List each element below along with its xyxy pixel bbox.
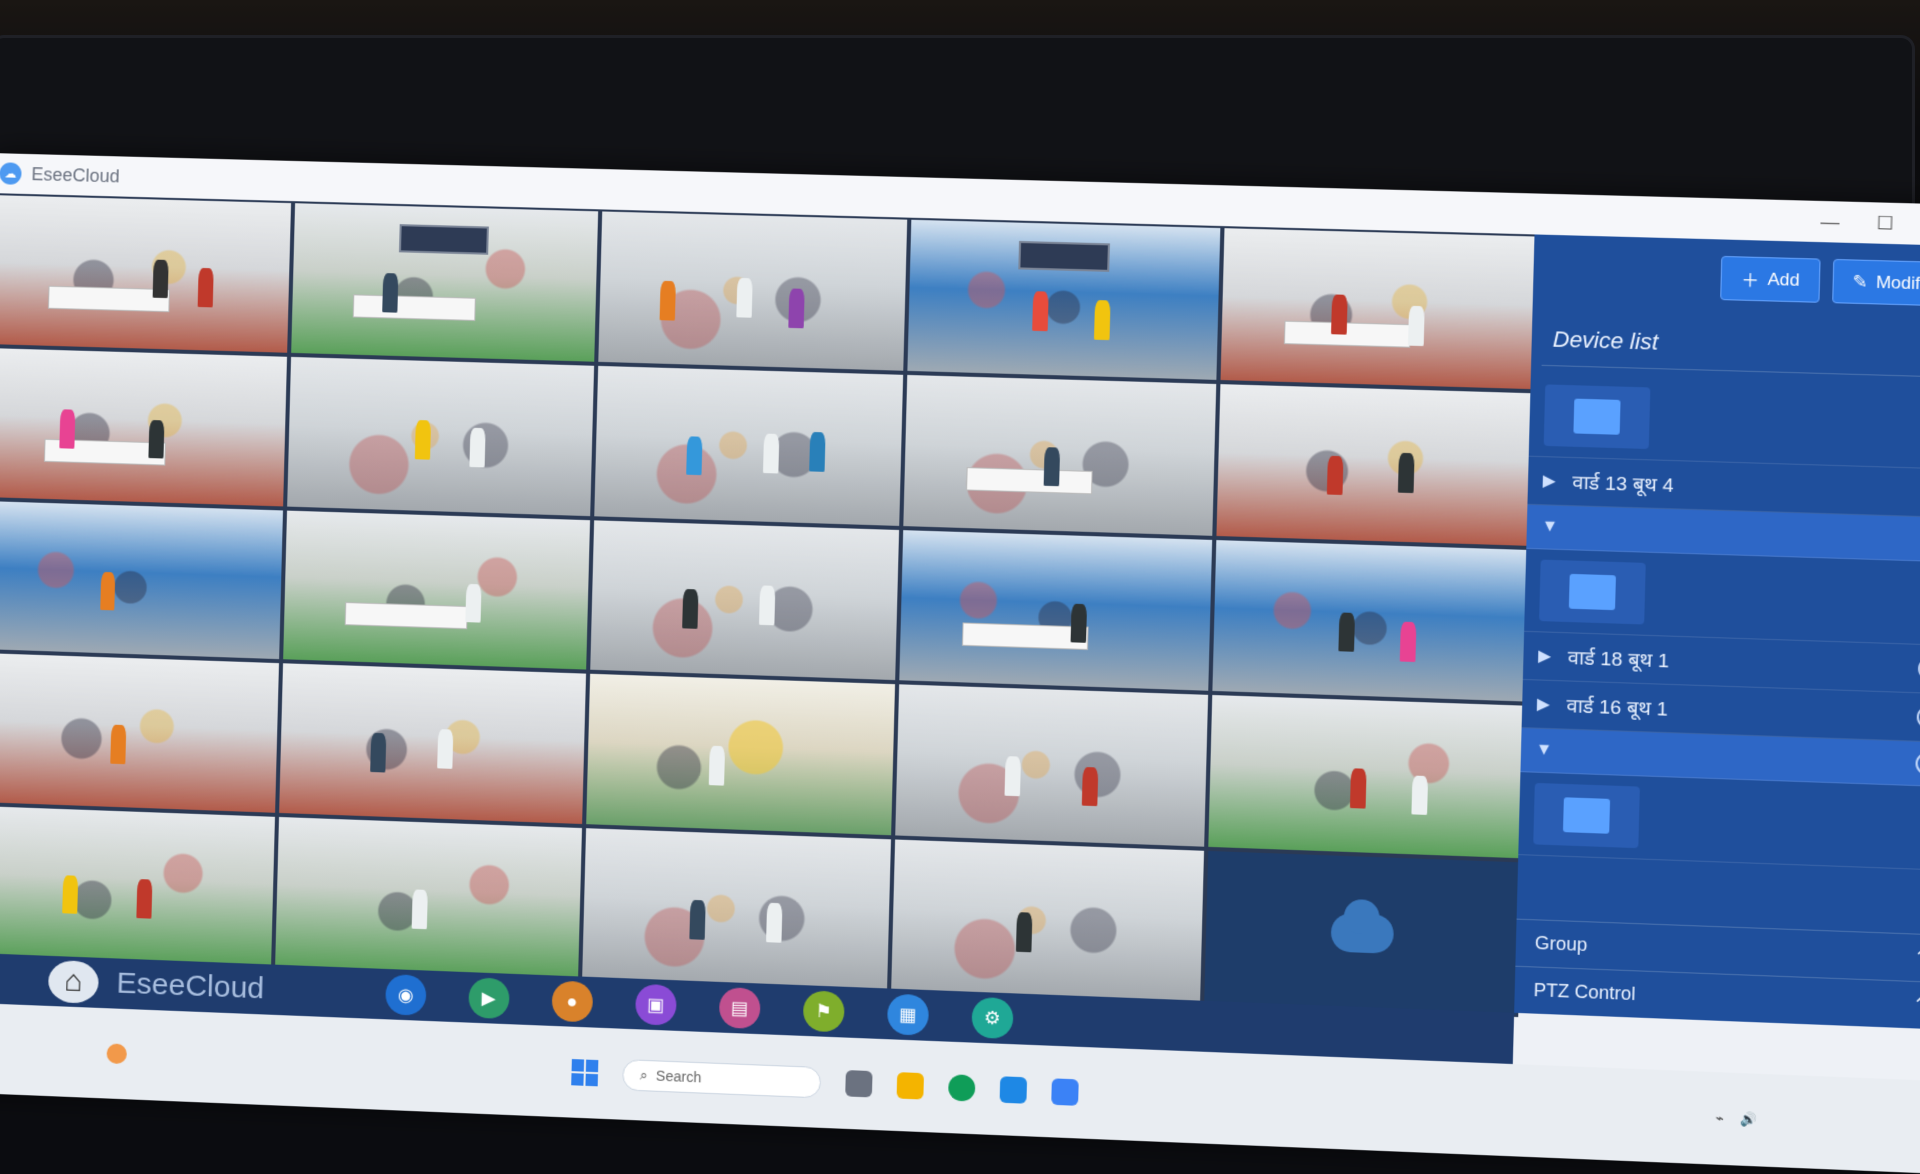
- modify-button[interactable]: ✎ Modify: [1832, 259, 1920, 306]
- camera-feed[interactable]: [0, 501, 283, 660]
- chevron-up-icon: ⌃: [1912, 994, 1920, 1016]
- camera-feed[interactable]: [892, 840, 1205, 1003]
- expand-icon: ▶: [1542, 470, 1555, 491]
- chevron-up-icon: ⌃: [1913, 947, 1920, 969]
- device-list-header[interactable]: Device list ⌄: [1542, 314, 1920, 378]
- device-name: वार्ड 18 बूथ 1: [1568, 644, 1908, 682]
- play-icon[interactable]: [1915, 752, 1920, 775]
- device-list-label: Device list: [1552, 326, 1658, 356]
- device-thumbnail[interactable]: [1524, 549, 1920, 646]
- camera-feed[interactable]: [582, 828, 892, 990]
- camera-feed[interactable]: [590, 520, 900, 681]
- brand-name: EseeCloud: [116, 967, 265, 1007]
- close-button[interactable]: ✕: [1912, 203, 1920, 246]
- add-button[interactable]: ＋ Add: [1721, 256, 1821, 303]
- panel-toolbar: ＋ Add ✎ Modify: [1533, 234, 1920, 317]
- camera-feed[interactable]: [594, 366, 904, 526]
- plus-icon: ＋: [1741, 266, 1760, 292]
- live-view-icon[interactable]: ◉: [385, 974, 427, 1016]
- group-label: Group: [1535, 933, 1588, 957]
- device-name: वार्ड 13 बूथ 4: [1572, 468, 1912, 505]
- device-thumbnail[interactable]: [1518, 772, 1920, 871]
- sun-icon: [106, 1043, 127, 1064]
- camera-feed[interactable]: [1208, 695, 1524, 858]
- screen: ☁ EseeCloud — ☐ ✕: [0, 153, 1920, 1174]
- monitor: ☁ EseeCloud — ☐ ✕: [0, 35, 1915, 1095]
- empty-camera-slot[interactable]: [1204, 851, 1520, 1015]
- camera-feed[interactable]: [900, 530, 1213, 691]
- window-controls: — ☐ ✕: [1802, 200, 1920, 246]
- taskbar-center: ⌕ Search: [571, 1056, 1079, 1108]
- edge-browser-icon[interactable]: [948, 1074, 975, 1101]
- camera-feed[interactable]: [275, 817, 582, 978]
- ptz-label: PTZ Control: [1533, 980, 1636, 1005]
- system-tray: ⌁ 🔊: [1715, 1110, 1775, 1129]
- record-icon[interactable]: ●: [551, 980, 593, 1022]
- collapse-icon: ▼: [1541, 518, 1558, 537]
- camera-feed[interactable]: [0, 806, 275, 966]
- camera-feed[interactable]: [586, 674, 896, 835]
- minimize-button[interactable]: —: [1802, 200, 1858, 243]
- taskbar-search[interactable]: ⌕ Search: [622, 1059, 821, 1098]
- camera-feed[interactable]: [0, 195, 291, 353]
- camera-feed[interactable]: [0, 653, 279, 813]
- image-icon[interactable]: ▤: [719, 987, 761, 1029]
- volume-icon[interactable]: 🔊: [1741, 1111, 1759, 1128]
- windows-start-icon[interactable]: [571, 1059, 598, 1086]
- expand-icon: ▶: [1537, 694, 1550, 715]
- camera-grid: [0, 193, 1539, 1017]
- edit-icon: ✎: [1852, 271, 1868, 292]
- alarm-icon[interactable]: ⚑: [802, 990, 844, 1032]
- camera-feed[interactable]: [291, 203, 598, 361]
- camera-feed[interactable]: [904, 375, 1217, 536]
- search-icon: ⌕: [640, 1066, 648, 1084]
- camera-feed[interactable]: [896, 685, 1209, 847]
- camera-feed[interactable]: [1217, 384, 1533, 546]
- camera-feed[interactable]: [598, 211, 908, 370]
- layout-icon[interactable]: ▦: [887, 994, 929, 1036]
- camera-feed[interactable]: [279, 664, 586, 825]
- play-icon[interactable]: [1916, 706, 1920, 729]
- add-label: Add: [1767, 269, 1800, 290]
- brand: ⌂ EseeCloud: [48, 960, 265, 1011]
- camera-feed[interactable]: [287, 357, 594, 516]
- store-icon[interactable]: [1000, 1076, 1028, 1104]
- settings-icon[interactable]: ⚙: [971, 997, 1013, 1039]
- file-explorer-icon[interactable]: [897, 1072, 924, 1099]
- device-name: वार्ड 16 बूथ 1: [1566, 692, 1906, 730]
- task-view-icon[interactable]: [845, 1070, 872, 1097]
- device-panel: ＋ Add ✎ Modify Device list ⌄ ▶ वार्ड 13 बू…: [1514, 234, 1920, 1029]
- modify-label: Modify: [1876, 272, 1920, 294]
- collapse-icon: ▼: [1535, 741, 1552, 760]
- expand-icon: ▶: [1538, 646, 1551, 667]
- camera-feed[interactable]: [908, 220, 1221, 380]
- home-icon[interactable]: ⌂: [48, 960, 99, 1004]
- panel-bottom: Group ⌃ PTZ Control ⌃: [1514, 919, 1920, 1030]
- device-thumbnail[interactable]: [1529, 374, 1920, 470]
- weather-widget[interactable]: [106, 1043, 127, 1064]
- playback-icon[interactable]: ▶: [468, 977, 510, 1019]
- camera-feed[interactable]: [283, 510, 590, 670]
- network-icon[interactable]: ⌁: [1715, 1110, 1724, 1127]
- device-icon[interactable]: ▣: [635, 984, 677, 1026]
- search-placeholder: Search: [656, 1067, 702, 1085]
- camera-feed[interactable]: [1221, 228, 1537, 389]
- app-logo-icon: ☁: [0, 162, 22, 185]
- eseecloud-taskbar-icon[interactable]: [1051, 1078, 1079, 1106]
- camera-feed[interactable]: [1213, 540, 1529, 702]
- camera-feed[interactable]: [0, 348, 287, 506]
- maximize-button[interactable]: ☐: [1857, 202, 1913, 245]
- app-title: EseeCloud: [31, 164, 120, 187]
- cloud-icon: [1330, 912, 1394, 953]
